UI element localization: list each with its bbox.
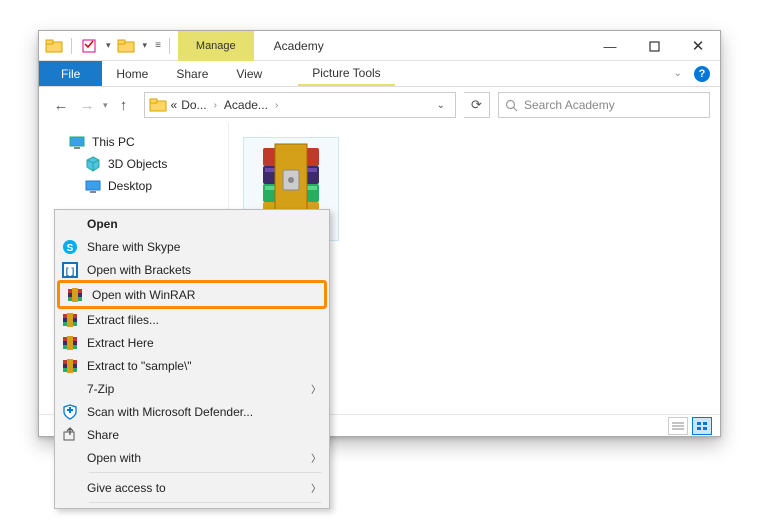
chevron-right-icon[interactable]: › (272, 100, 281, 111)
tab-view[interactable]: View (222, 61, 276, 86)
qat-overflow[interactable]: ≡ (155, 40, 161, 51)
submenu-arrow-icon: 〉 (311, 381, 321, 396)
nav-bar: ← → ▾ ↑ « Do... › Acade... › ⌄ ⟳ Search … (39, 87, 720, 123)
separator (169, 38, 170, 54)
tab-share[interactable]: Share (162, 61, 222, 86)
menu-extract-files[interactable]: Extract files... (55, 308, 329, 331)
menu-extract-here[interactable]: Extract Here (55, 331, 329, 354)
separator (71, 38, 72, 54)
menu-open-with[interactable]: Open with 〉 (55, 446, 329, 469)
window-controls: — ✕ (588, 31, 720, 60)
context-menu: Open S Share with Skype [ ] Open with Br… (54, 209, 330, 509)
winrar-icon (61, 334, 79, 352)
contextual-tab-header: Manage (178, 31, 254, 61)
back-button[interactable]: ← (49, 93, 73, 117)
address-bar[interactable]: « Do... › Acade... › ⌄ (144, 92, 456, 118)
search-box[interactable]: Search Academy (498, 92, 710, 118)
menu-share-skype[interactable]: S Share with Skype (55, 235, 329, 258)
breadcrumb-item[interactable]: Acade... (224, 98, 268, 112)
properties-icon[interactable] (80, 37, 98, 55)
forward-button[interactable]: → (75, 93, 99, 117)
chevron-right-icon[interactable]: › (211, 100, 220, 111)
history-dropdown-icon[interactable]: ▾ (103, 100, 108, 111)
refresh-button[interactable]: ⟳ (464, 92, 490, 118)
menu-share[interactable]: Share (55, 423, 329, 446)
minimize-button[interactable]: — (588, 31, 632, 61)
shield-icon (61, 403, 79, 421)
menu-7zip[interactable]: 7-Zip 〉 (55, 377, 329, 400)
menu-defender-scan[interactable]: Scan with Microsoft Defender... (55, 400, 329, 423)
menu-open[interactable]: Open (55, 212, 329, 235)
tree-item-desktop[interactable]: Desktop (39, 175, 228, 197)
menu-separator (89, 502, 321, 503)
maximize-button[interactable] (632, 31, 676, 61)
blank-icon (61, 215, 79, 233)
tab-home[interactable]: Home (102, 61, 162, 86)
menu-extract-to[interactable]: Extract to "sample\" (55, 354, 329, 377)
tree-label: 3D Objects (108, 157, 167, 171)
svg-text:[ ]: [ ] (66, 266, 75, 276)
breadcrumb-prefix: « (171, 98, 178, 112)
menu-separator (89, 472, 321, 473)
address-dropdown-icon[interactable]: ⌄ (431, 100, 451, 111)
details-view-toggle[interactable] (668, 417, 688, 435)
title-bar: ▾ ▾ ≡ Manage Academy — ✕ (39, 31, 720, 61)
winrar-icon (61, 357, 79, 375)
help-icon[interactable]: ? (694, 66, 710, 82)
highlight-annotation: Open with WinRAR (57, 280, 327, 309)
search-placeholder: Search Academy (524, 98, 615, 112)
folder-icon (45, 37, 63, 55)
tree-item-3d-objects[interactable]: 3D Objects (39, 153, 228, 175)
winrar-icon (61, 311, 79, 329)
breadcrumb-item[interactable]: Do... (181, 98, 206, 112)
thumbnails-view-toggle[interactable] (692, 417, 712, 435)
tree-label: Desktop (108, 179, 152, 193)
customize-dropdown-icon[interactable]: ▾ (143, 40, 148, 51)
menu-give-access[interactable]: Give access to 〉 (55, 476, 329, 499)
quick-access-toolbar: ▾ ▾ ≡ (39, 31, 178, 60)
close-button[interactable]: ✕ (676, 31, 720, 61)
share-icon (61, 426, 79, 444)
ribbon-right: ⌄ ? (674, 61, 720, 86)
tab-file[interactable]: File (39, 61, 102, 86)
blank-icon (61, 449, 79, 467)
svg-text:S: S (67, 243, 74, 254)
desktop-icon (85, 178, 101, 194)
window-title: Academy (254, 31, 588, 60)
search-icon (505, 99, 518, 112)
rar-icon (253, 142, 329, 218)
menu-open-winrar[interactable]: Open with WinRAR (60, 283, 324, 306)
brackets-icon: [ ] (61, 261, 79, 279)
submenu-arrow-icon: 〉 (311, 480, 321, 495)
blank-icon (61, 380, 79, 398)
new-folder-icon[interactable] (117, 37, 135, 55)
folder-icon (149, 96, 167, 114)
expand-ribbon-icon[interactable]: ⌄ (674, 68, 682, 79)
up-button[interactable]: ↑ (112, 93, 136, 117)
ribbon-tabs: File Home Share View Picture Tools ⌄ ? (39, 61, 720, 87)
tree-item-this-pc[interactable]: This PC (39, 131, 228, 153)
menu-open-brackets[interactable]: [ ] Open with Brackets (55, 258, 329, 281)
winrar-icon (66, 286, 84, 304)
blank-icon (61, 479, 79, 497)
tree-label: This PC (92, 135, 135, 149)
submenu-arrow-icon: 〉 (311, 450, 321, 465)
cube-icon (85, 156, 101, 172)
chevron-down-icon[interactable]: ▾ (106, 40, 111, 51)
tab-picture-tools[interactable]: Picture Tools (298, 61, 394, 86)
pc-icon (69, 134, 85, 150)
skype-icon: S (61, 238, 79, 256)
